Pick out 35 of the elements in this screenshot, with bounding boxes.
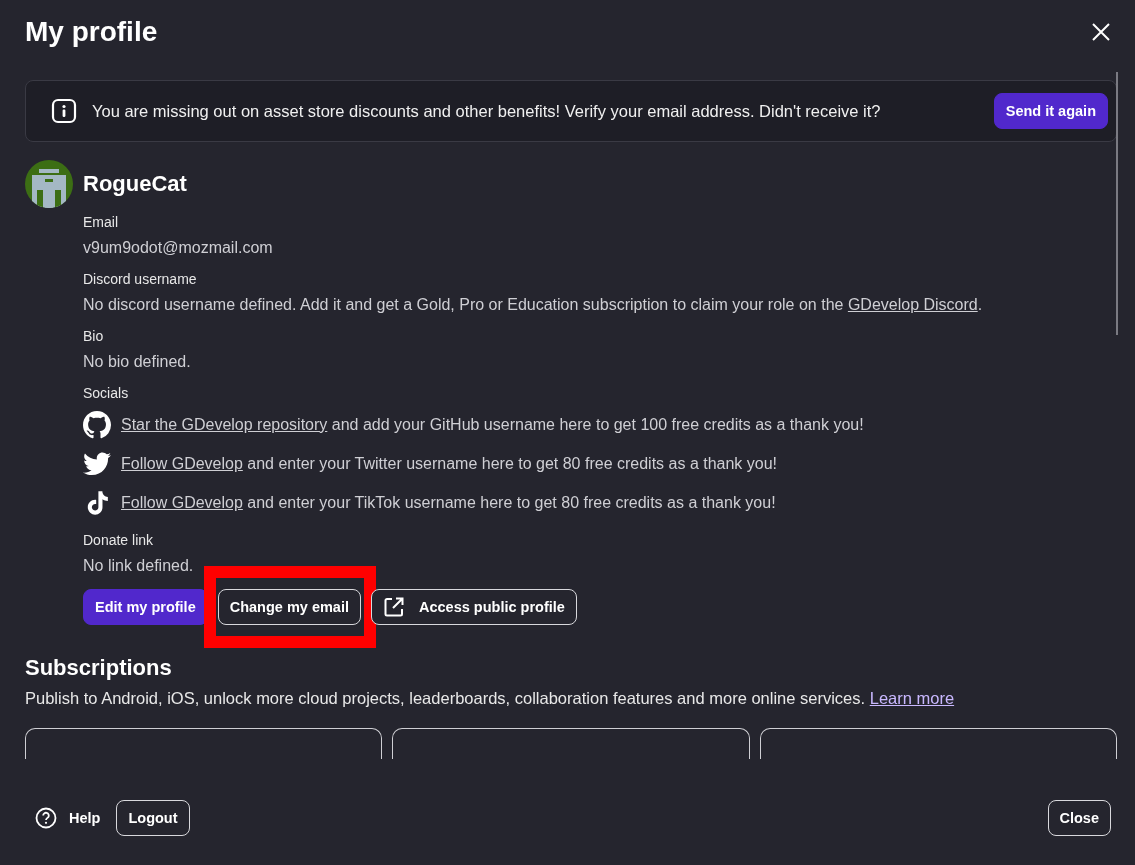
field-value: No discord username defined. Add it and get a Gold, Pro or Education subscription to claim your role on the GDevelop Discord.	[83, 296, 984, 314]
send-again-button[interactable]: Send it again	[993, 93, 1108, 129]
field-label: Socials	[83, 385, 130, 401]
field-value: v9um9odot@mozmail.com	[83, 239, 274, 257]
close-button[interactable]: Close	[1047, 800, 1111, 836]
field-label: Discord username	[83, 271, 198, 287]
field-label: Bio	[83, 328, 105, 344]
field-label: Email	[83, 214, 119, 230]
social-text: Follow GDevelop and enter your Twitter username here to get 80 free credits as a thank you!	[121, 455, 778, 473]
close-icon[interactable]	[1091, 22, 1111, 42]
social-text: Follow GDevelop and enter your TikTok username here to get 80 free credits as a thank you!	[121, 494, 776, 512]
field-label: Donate link	[83, 532, 155, 548]
discord-link[interactable]: GDevelop Discord	[847, 296, 978, 313]
avatar-icon	[25, 160, 73, 208]
banner-message: You are missing out on asset store discounts and other benefits! Verify your email address. Didn't receive it?	[92, 101, 882, 121]
social-link[interactable]: Follow GDevelop	[121, 494, 243, 511]
profile-button[interactable]: Change my email	[217, 589, 361, 625]
subscriptions-text: Publish to Android, iOS, unlock more cloud projects, leaderboards, collaboration features and more online services. Learn more	[25, 689, 956, 708]
username: RogueCat	[83, 171, 187, 197]
dialog-title: My profile	[25, 16, 158, 48]
bird-icon	[83, 452, 111, 476]
profile-button[interactable]: Access public profile	[371, 589, 577, 625]
social-text: Star the GDevelop repository and add your GitHub username here to get 100 free credits as a thank you!	[121, 416, 864, 434]
info-icon	[51, 98, 77, 124]
field-value: No bio defined.	[83, 353, 192, 371]
logout-button[interactable]: Logout	[116, 800, 190, 836]
help-icon	[35, 807, 57, 829]
social-link[interactable]: Star the GDevelop repository	[121, 416, 328, 433]
learn-more-link[interactable]: Learn more	[869, 689, 955, 707]
help-button[interactable]: Help	[35, 807, 101, 829]
field-value: No link defined.	[83, 557, 195, 575]
social-link[interactable]: Follow GDevelop	[121, 455, 243, 472]
github-icon	[83, 411, 111, 439]
external-link-icon	[383, 596, 405, 618]
section-title: Subscriptions	[25, 655, 173, 681]
